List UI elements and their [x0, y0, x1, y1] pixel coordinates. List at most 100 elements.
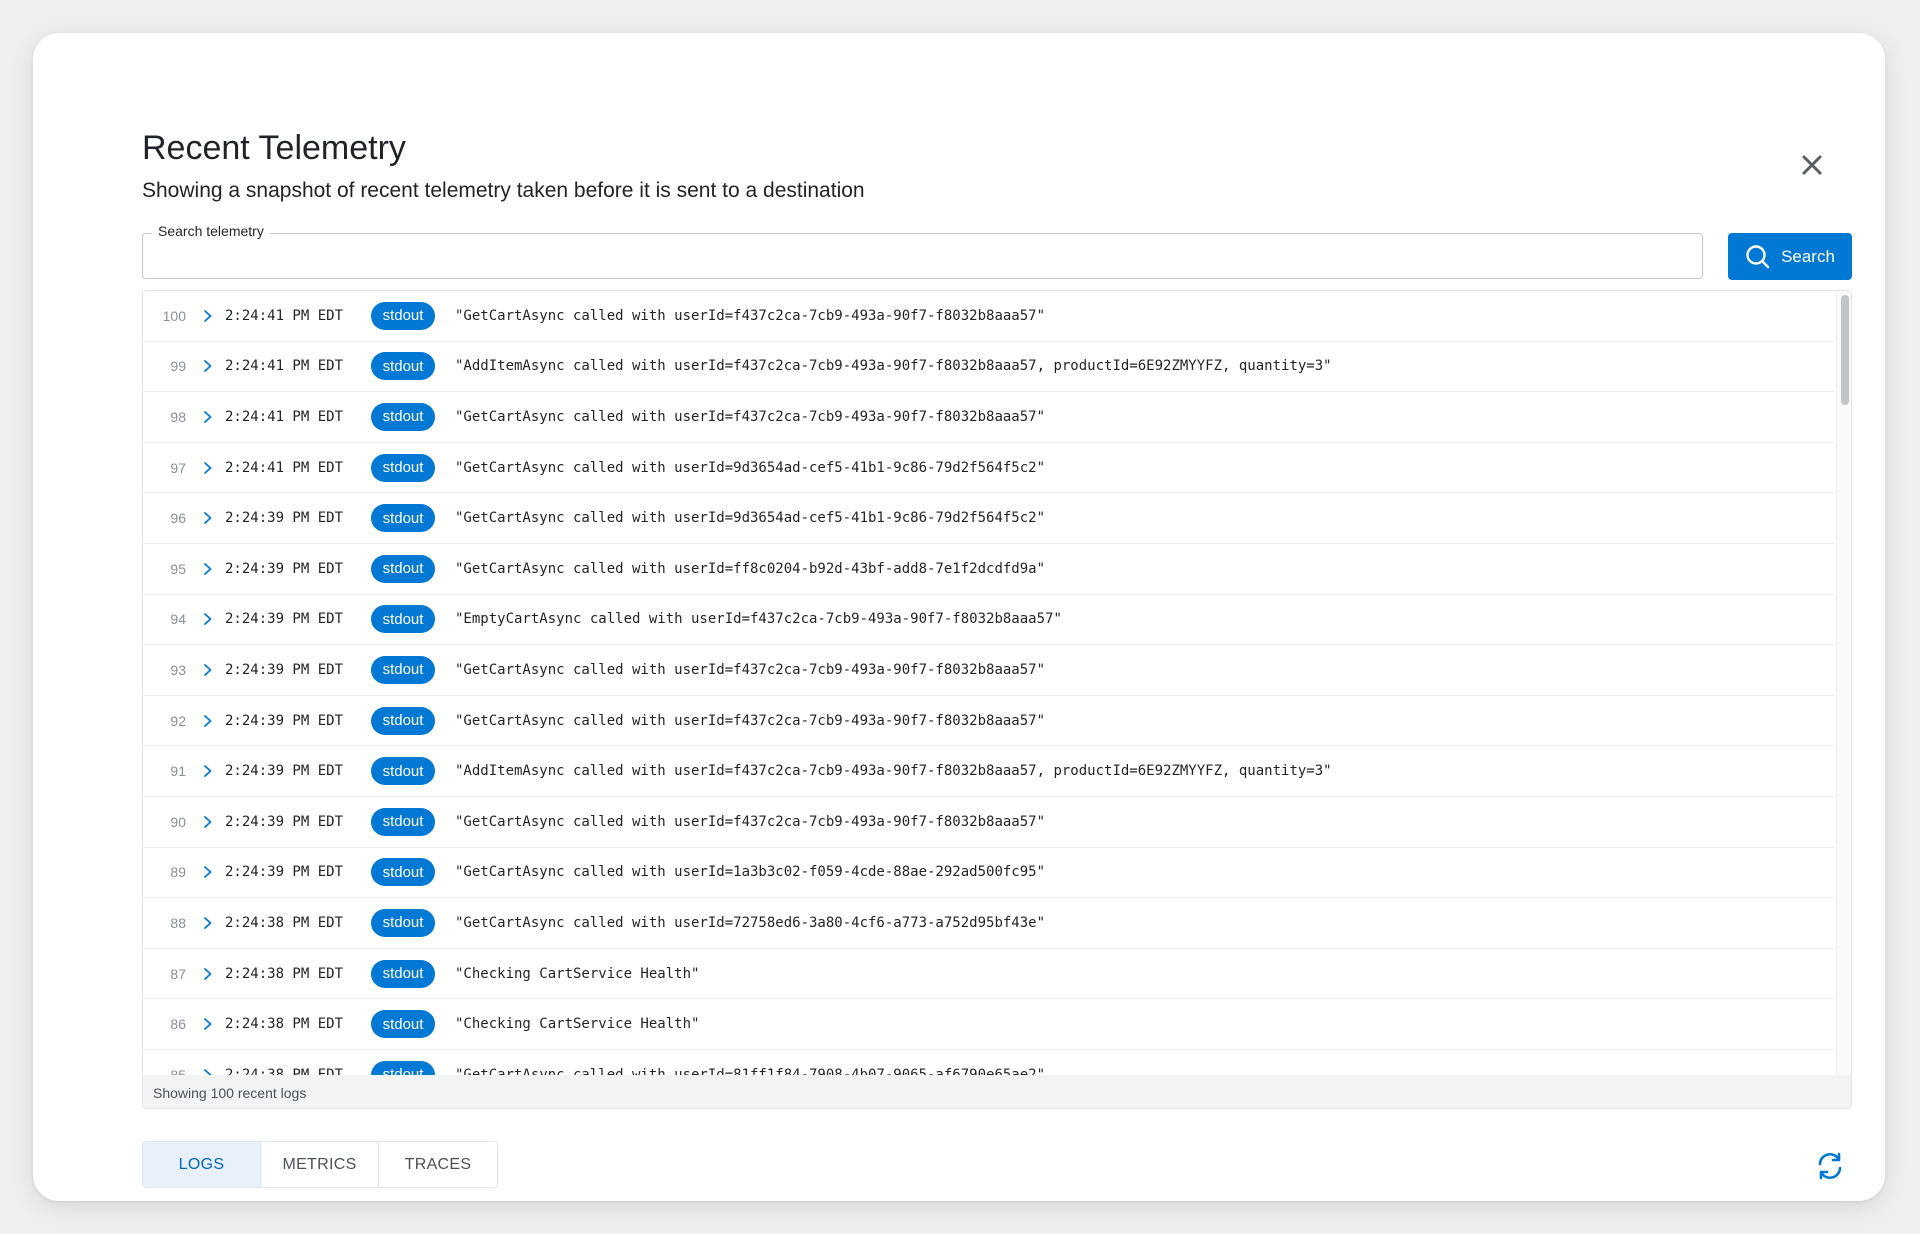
log-message: "GetCartAsync called with userId=9d3654a… [455, 459, 1046, 476]
log-message: "Checking CartService Health" [455, 965, 700, 982]
expand-row-button[interactable] [201, 309, 215, 323]
log-row-number: 85 [170, 1066, 186, 1075]
expand-row-button[interactable] [201, 815, 215, 829]
log-row[interactable]: 96 2:24:39 PM EDT stdout "GetCartAsync call… [143, 493, 1834, 544]
log-row[interactable]: 99 2:24:41 PM EDT stdout "AddItemAsync call… [143, 342, 1834, 393]
chevron-right-icon [204, 411, 212, 423]
log-row[interactable]: 93 2:24:39 PM EDT stdout "GetCartAsync call… [143, 645, 1834, 696]
expand-row-button[interactable] [201, 410, 215, 424]
stream-badge: stdout [371, 858, 435, 887]
tab-logs[interactable]: LOGS [143, 1142, 261, 1187]
log-row[interactable]: 87 2:24:38 PM EDT stdout "Checking CartServ… [143, 949, 1834, 1000]
expand-row-button[interactable] [201, 511, 215, 525]
chevron-right-icon [204, 1018, 212, 1031]
log-row-number: 88 [170, 914, 186, 931]
telemetry-modal: Recent Telemetry Showing a snapshot of r… [33, 33, 1885, 1201]
log-timestamp: 2:24:39 PM EDT [225, 864, 344, 881]
chevron-right-icon [204, 765, 212, 778]
search-button[interactable]: Search [1728, 233, 1852, 280]
chevron-right-icon [204, 714, 212, 727]
log-panel: 100 2:24:41 PM EDT stdout "GetCartAsync cal… [142, 290, 1852, 1109]
log-scrollbar[interactable] [1836, 291, 1851, 1075]
log-timestamp: 2:24:39 PM EDT [225, 661, 344, 678]
log-row-number: 100 [162, 307, 186, 324]
log-row[interactable]: 86 2:24:38 PM EDT stdout "Checking CartServ… [143, 999, 1834, 1050]
log-message: "GetCartAsync called with userId=f437c2c… [455, 712, 1046, 729]
log-row[interactable]: 90 2:24:39 PM EDT stdout "GetCartAsync call… [143, 797, 1834, 848]
log-timestamp: 2:24:41 PM EDT [225, 307, 344, 324]
stream-badge: stdout [371, 453, 435, 482]
log-row[interactable]: 97 2:24:41 PM EDT stdout "GetCartAsync call… [143, 443, 1834, 494]
log-message: "GetCartAsync called with userId=f437c2c… [455, 307, 1046, 324]
stream-badge: stdout [371, 605, 435, 634]
stream-badge: stdout [371, 352, 435, 381]
log-message: "GetCartAsync called with userId=72758ed… [455, 914, 1046, 931]
expand-row-button[interactable] [201, 764, 215, 778]
log-message: "GetCartAsync called with userId=f437c2c… [455, 813, 1046, 830]
chevron-right-icon [204, 309, 212, 322]
log-message: "GetCartAsync called with userId=f437c2c… [455, 661, 1046, 678]
expand-row-button[interactable] [201, 663, 215, 677]
log-row[interactable]: 95 2:24:39 PM EDT stdout "GetCartAsync call… [143, 544, 1834, 595]
log-message: "GetCartAsync called with userId=9d3654a… [455, 510, 1046, 527]
expand-row-button[interactable] [201, 865, 215, 879]
search-field[interactable] [142, 233, 1703, 279]
log-message: "GetCartAsync called with userId=ff8c020… [455, 560, 1046, 577]
chevron-right-icon [204, 512, 212, 525]
log-row[interactable]: 89 2:24:39 PM EDT stdout "GetCartAsync call… [143, 848, 1834, 899]
log-timestamp: 2:24:41 PM EDT [225, 408, 344, 425]
expand-row-button[interactable] [201, 461, 215, 475]
expand-row-button[interactable] [201, 916, 215, 930]
log-row-number: 98 [170, 408, 186, 425]
search-button-label: Search [1781, 246, 1835, 266]
log-timestamp: 2:24:38 PM EDT [225, 1016, 344, 1033]
stream-badge: stdout [371, 706, 435, 735]
refresh-icon [1818, 1152, 1842, 1180]
expand-row-button[interactable] [201, 1068, 215, 1075]
stream-badge: stdout [371, 807, 435, 836]
expand-row-button[interactable] [201, 562, 215, 576]
search-input[interactable] [143, 234, 1702, 278]
chevron-right-icon [204, 917, 212, 929]
log-row-number: 86 [170, 1016, 186, 1033]
log-timestamp: 2:24:38 PM EDT [225, 1066, 344, 1075]
close-button[interactable] [1798, 151, 1826, 179]
expand-row-button[interactable] [201, 714, 215, 728]
log-timestamp: 2:24:39 PM EDT [225, 712, 344, 729]
log-timestamp: 2:24:39 PM EDT [225, 510, 344, 527]
chevron-right-icon [204, 461, 212, 474]
log-row[interactable]: 94 2:24:39 PM EDT stdout "EmptyCartAsync ca… [143, 595, 1834, 646]
log-row[interactable]: 85 2:24:38 PM EDT stdout "GetCartAsync call… [143, 1050, 1834, 1075]
log-list: 100 2:24:41 PM EDT stdout "GetCartAsync cal… [143, 291, 1834, 1075]
tab-traces[interactable]: TRACES [379, 1142, 497, 1187]
stream-badge: stdout [371, 1010, 435, 1039]
log-message: "GetCartAsync called with userId=81ff1f8… [455, 1066, 1046, 1075]
log-message: "AddItemAsync called with userId=f437c2c… [455, 763, 1332, 780]
log-row[interactable]: 91 2:24:39 PM EDT stdout "AddItemAsync call… [143, 746, 1834, 797]
expand-row-button[interactable] [201, 1017, 215, 1031]
log-row[interactable]: 92 2:24:39 PM EDT stdout "GetCartAsync call… [143, 696, 1834, 747]
log-timestamp: 2:24:39 PM EDT [225, 560, 344, 577]
chevron-right-icon [204, 613, 212, 626]
log-timestamp: 2:24:38 PM EDT [225, 965, 344, 982]
log-message: "GetCartAsync called with userId=f437c2c… [455, 408, 1046, 425]
stream-badge: stdout [371, 554, 435, 583]
expand-row-button[interactable] [201, 359, 215, 373]
scrollbar-thumb[interactable] [1841, 295, 1849, 405]
tab-metrics[interactable]: METRICS [261, 1142, 379, 1187]
chevron-right-icon [204, 562, 212, 575]
refresh-button[interactable] [1814, 1150, 1846, 1182]
log-row[interactable]: 88 2:24:38 PM EDT stdout "GetCartAsync call… [143, 898, 1834, 949]
log-timestamp: 2:24:38 PM EDT [225, 914, 344, 931]
chevron-right-icon [204, 664, 212, 676]
expand-row-button[interactable] [201, 967, 215, 981]
log-status: Showing 100 recent logs [143, 1075, 1851, 1108]
chevron-right-icon [204, 360, 212, 373]
log-row-number: 99 [170, 358, 186, 375]
log-row-number: 92 [170, 712, 186, 729]
log-row[interactable]: 98 2:24:41 PM EDT stdout "GetCartAsync call… [143, 392, 1834, 443]
search-icon [1746, 244, 1770, 268]
stream-badge: stdout [371, 1060, 435, 1075]
log-row[interactable]: 100 2:24:41 PM EDT stdout "GetCartAsync cal… [143, 291, 1834, 342]
expand-row-button[interactable] [201, 612, 215, 626]
